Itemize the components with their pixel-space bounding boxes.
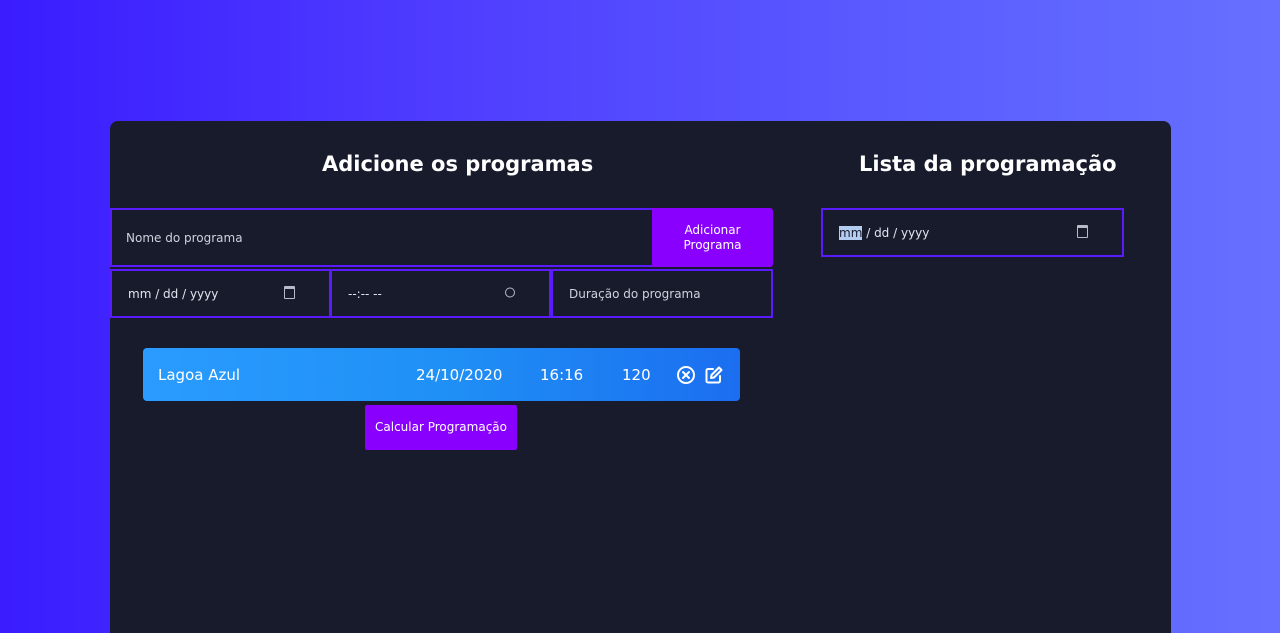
program-item-name: Lagoa Azul	[158, 365, 241, 384]
schedule-date-rest: / dd / yyyy	[862, 225, 930, 240]
add-program-label-line2: Programa	[683, 237, 742, 252]
program-name-placeholder: Nome do programa	[126, 230, 243, 245]
program-list-item: Lagoa Azul 24/10/2020 16:16 120	[143, 348, 740, 401]
schedule-date-month: mm	[839, 225, 863, 240]
clock-icon[interactable]	[505, 287, 515, 300]
add-programs-title: Adicione os programas	[322, 152, 594, 176]
add-program-button[interactable]: Adicionar Programa	[652, 208, 773, 267]
calendar-icon[interactable]	[1077, 224, 1088, 241]
add-program-label-line1: Adicionar	[684, 222, 741, 237]
program-item-date: 24/10/2020	[416, 365, 503, 384]
program-duration-input[interactable]: Duração do programa	[551, 269, 773, 318]
program-time-placeholder: --:-- --	[348, 286, 382, 301]
program-time-input[interactable]: --:-- --	[330, 269, 551, 318]
schedule-list-title: Lista da programação	[859, 152, 1117, 176]
program-date-placeholder: mm / dd / yyyy	[128, 286, 219, 301]
program-item-duration: 120	[622, 365, 651, 384]
schedule-date-input[interactable]: mm / dd / yyyy	[821, 208, 1124, 257]
calendar-icon[interactable]	[284, 285, 295, 302]
program-date-input[interactable]: mm / dd / yyyy	[110, 269, 331, 318]
close-circle-icon[interactable]	[676, 365, 696, 385]
calculate-schedule-button[interactable]: Calcular Programação	[365, 405, 517, 450]
main-card: Adicione os programas Lista da programaç…	[110, 121, 1171, 633]
program-item-time: 16:16	[540, 365, 584, 384]
program-name-input[interactable]: Nome do programa	[110, 208, 654, 267]
program-duration-placeholder: Duração do programa	[569, 286, 701, 301]
edit-icon[interactable]	[704, 365, 724, 385]
